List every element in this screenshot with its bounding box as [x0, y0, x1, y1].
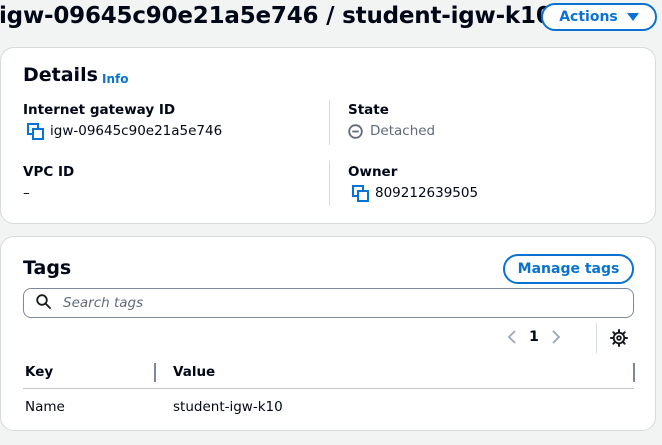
info-link[interactable]: Info	[102, 72, 128, 86]
search-icon	[36, 293, 51, 313]
column-divider	[329, 100, 330, 145]
vpc-id-label: VPC ID	[23, 164, 75, 180]
pagination: 1	[501, 324, 567, 350]
details-title: Details	[23, 64, 98, 86]
column-header-key[interactable]: Key	[25, 364, 53, 380]
actions-button[interactable]: Actions	[541, 3, 657, 31]
table-cell-value: student-igw-k10	[173, 399, 283, 415]
next-page-icon[interactable]	[545, 330, 567, 344]
search-tags-field[interactable]	[23, 288, 634, 318]
table-cell-key: Name	[25, 399, 65, 415]
caret-down-icon	[626, 13, 639, 21]
internet-gateway-id-text: igw-09645c90e21a5e746	[50, 123, 223, 139]
page-number[interactable]: 1	[523, 329, 545, 345]
internet-gateway-id-value: igw-09645c90e21a5e746	[27, 123, 223, 140]
divider	[596, 323, 597, 353]
column-header-value[interactable]: Value	[173, 364, 215, 380]
actions-button-label: Actions	[559, 9, 618, 25]
gear-icon[interactable]	[609, 328, 629, 348]
table-header-divider	[23, 388, 634, 389]
state-value: Detached	[348, 123, 435, 139]
manage-tags-button[interactable]: Manage tags	[503, 254, 634, 284]
copy-icon[interactable]	[27, 123, 44, 140]
internet-gateway-id-label: Internet gateway ID	[23, 102, 176, 118]
tags-panel: Tags Manage tags 1 Key Value	[0, 236, 656, 431]
stopped-status-icon	[348, 123, 363, 139]
details-panel: Details Info Internet gateway ID igw-096…	[0, 47, 656, 224]
vpc-id-value: –	[23, 185, 30, 201]
page-title: igw-09645c90e21a5e746 / student-igw-k10	[0, 3, 552, 29]
copy-icon[interactable]	[352, 185, 369, 202]
state-text: Detached	[370, 123, 436, 139]
owner-label: Owner	[348, 164, 398, 180]
column-resizer[interactable]	[633, 363, 635, 382]
previous-page-icon[interactable]	[501, 330, 523, 344]
owner-value: 809212639505	[352, 185, 479, 202]
tags-title: Tags	[23, 257, 72, 279]
column-resizer[interactable]	[154, 363, 156, 382]
search-tags-input[interactable]	[61, 294, 633, 312]
owner-text: 809212639505	[375, 185, 479, 201]
state-label: State	[348, 102, 389, 118]
column-divider	[329, 161, 330, 206]
